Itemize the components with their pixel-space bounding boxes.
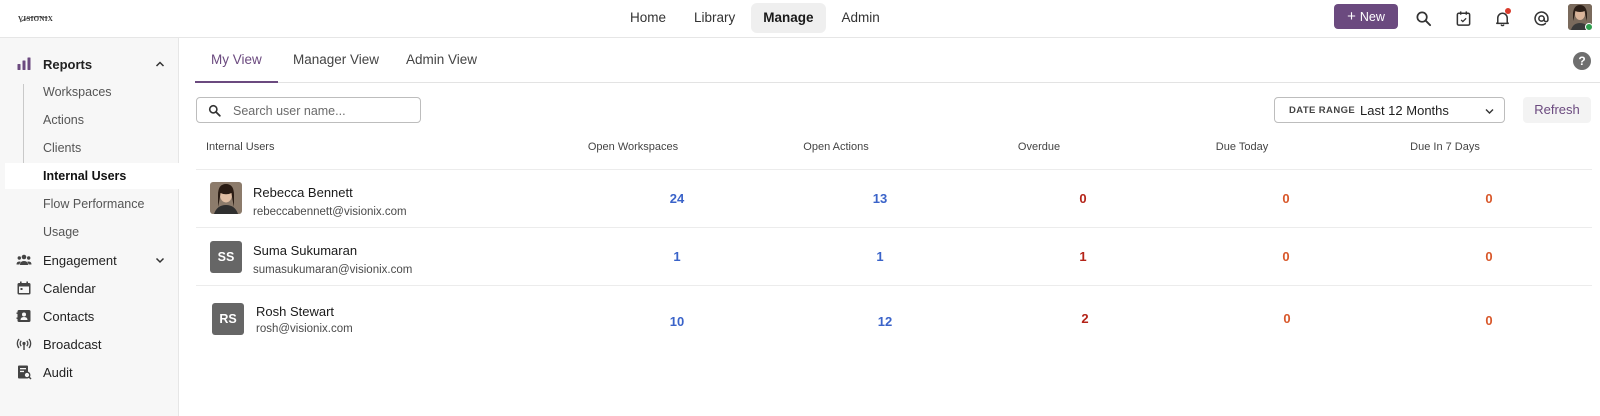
chevron-down-icon[interactable] — [154, 254, 166, 266]
sidebar-item-contacts[interactable]: Contacts — [0, 303, 179, 329]
sidebar-item-label: Broadcast — [43, 336, 102, 352]
sidebar-item-reports[interactable]: Reports — [0, 51, 179, 77]
user-name[interactable]: Rebecca Bennett — [253, 185, 353, 200]
sidebar-item-label: Workspaces — [43, 85, 112, 99]
sidebar-item-label: Clients — [43, 141, 82, 155]
sidebar-item-label: Audit — [43, 364, 73, 380]
bar-chart-icon — [16, 56, 32, 72]
calendar-icon — [16, 280, 32, 296]
help-icon[interactable]: ? — [1573, 52, 1591, 70]
overdue-count: 1 — [1079, 249, 1087, 264]
online-status-dot — [1585, 23, 1592, 30]
calendar-check-icon[interactable] — [1452, 7, 1474, 29]
logo-text: VISIONIX — [18, 15, 54, 23]
due-today-count: 0 — [1282, 249, 1290, 264]
chevron-up-icon[interactable] — [154, 58, 166, 70]
sidebar-item-label: Engagement — [43, 252, 117, 268]
open-actions-count[interactable]: 1 — [876, 249, 883, 264]
open-workspaces-count[interactable]: 24 — [670, 191, 684, 206]
user-email: rebeccabennett@visionix.com — [253, 206, 407, 218]
user-avatar-initials: RS — [212, 303, 244, 335]
chevron-down-icon — [1485, 109, 1494, 114]
due-in-7-days-count: 0 — [1485, 191, 1493, 206]
contacts-icon — [16, 308, 32, 324]
profile-avatar[interactable] — [1568, 4, 1592, 30]
tab-admin-view[interactable]: Admin View — [390, 38, 493, 83]
search-icon[interactable] — [1412, 7, 1434, 29]
sidebar-item-label: Flow Performance — [43, 197, 145, 211]
view-tabs: My View Manager View Admin View — [195, 38, 1600, 83]
overdue-count: 0 — [1079, 191, 1087, 206]
sidebar-item-workspaces[interactable]: Workspaces — [5, 79, 179, 105]
due-in-7-days-count: 0 — [1485, 249, 1493, 264]
nav-home[interactable]: Home — [618, 3, 678, 33]
sidebar-item-engagement[interactable]: Engagement — [0, 247, 179, 273]
open-workspaces-count[interactable]: 10 — [670, 314, 684, 329]
search-icon — [208, 104, 221, 117]
user-name[interactable]: Suma Sukumaran — [253, 243, 357, 258]
notification-dot — [1505, 8, 1511, 14]
tab-my-view[interactable]: My View — [195, 38, 278, 83]
date-range-label: DATE RANGE — [1289, 105, 1356, 116]
bell-icon[interactable] — [1491, 7, 1513, 29]
plus-icon: + — [1347, 8, 1356, 25]
table-row[interactable]: SS Suma Sukumaran sumasukumaran@visionix… — [196, 228, 1592, 286]
user-email: sumasukumaran@visionix.com — [253, 264, 413, 276]
at-mention-icon[interactable] — [1530, 7, 1552, 29]
visionix-logo[interactable]: VISIONIX — [18, 10, 54, 28]
sidebar-item-audit[interactable]: Audit — [0, 359, 179, 385]
sidebar-item-label: Calendar — [43, 280, 96, 296]
user-email: rosh@visionix.com — [256, 323, 353, 335]
due-today-count: 0 — [1282, 191, 1290, 206]
sidebar-item-flow-performance[interactable]: Flow Performance — [5, 191, 179, 217]
table-header: Internal Users Open Workspaces Open Acti… — [196, 138, 1592, 170]
date-range-value: Last 12 Months — [1360, 103, 1449, 118]
open-workspaces-count[interactable]: 1 — [673, 249, 680, 264]
date-range-select[interactable]: DATE RANGE Last 12 Months — [1274, 97, 1505, 123]
sidebar: Reports Workspaces Actions Clients Inter… — [0, 38, 179, 416]
sidebar-item-label: Reports — [43, 56, 93, 72]
overdue-count: 2 — [1081, 311, 1089, 326]
due-in-7-days-count: 0 — [1485, 313, 1493, 328]
new-button-label: New — [1359, 9, 1385, 24]
sidebar-item-label: Actions — [43, 113, 84, 127]
user-name[interactable]: Rosh Stewart — [256, 304, 334, 319]
open-actions-count[interactable]: 12 — [878, 314, 892, 329]
sidebar-item-label: Contacts — [43, 308, 95, 324]
column-header-open-workspaces[interactable]: Open Workspaces — [588, 141, 678, 153]
user-avatar-photo — [210, 182, 242, 214]
sidebar-item-actions[interactable]: Actions — [5, 107, 179, 133]
people-icon — [16, 252, 32, 268]
user-avatar-initials: SS — [210, 241, 242, 273]
table-row[interactable]: RS Rosh Stewart rosh@visionix.com 10 12 … — [196, 286, 1592, 348]
tab-manager-view[interactable]: Manager View — [277, 38, 395, 83]
nav-library[interactable]: Library — [682, 3, 747, 33]
avatar-photo-icon — [210, 182, 242, 214]
audit-icon — [16, 364, 32, 380]
main-nav: Home Library Manage Admin — [618, 3, 892, 33]
due-today-count: 0 — [1283, 311, 1291, 326]
column-header-due-today[interactable]: Due Today — [1216, 141, 1268, 153]
sidebar-item-usage[interactable]: Usage — [5, 219, 179, 245]
sidebar-item-broadcast[interactable]: Broadcast — [0, 331, 179, 357]
search-input[interactable] — [233, 101, 413, 120]
nav-admin[interactable]: Admin — [830, 3, 892, 33]
open-actions-count[interactable]: 13 — [873, 191, 887, 206]
search-field[interactable] — [196, 97, 421, 123]
sidebar-item-label: Internal Users — [43, 169, 127, 183]
sidebar-item-label: Usage — [43, 225, 80, 239]
top-bar: VISIONIX Home Library Manage Admin + New — [0, 0, 1600, 38]
refresh-button[interactable]: Refresh — [1523, 97, 1591, 123]
column-header-internal-users[interactable]: Internal Users — [206, 141, 274, 153]
column-header-due-in-7-days[interactable]: Due In 7 Days — [1410, 141, 1480, 153]
sidebar-item-internal-users[interactable]: Internal Users — [5, 163, 179, 189]
sidebar-item-calendar[interactable]: Calendar — [0, 275, 179, 301]
sidebar-item-clients[interactable]: Clients — [5, 135, 179, 161]
column-header-open-actions[interactable]: Open Actions — [803, 141, 868, 153]
table-row[interactable]: Rebecca Bennett rebeccabennett@visionix.… — [196, 170, 1592, 228]
nav-manage[interactable]: Manage — [751, 3, 826, 33]
broadcast-icon — [16, 336, 32, 352]
new-button[interactable]: + New — [1334, 4, 1398, 29]
column-header-overdue[interactable]: Overdue — [1018, 141, 1060, 153]
